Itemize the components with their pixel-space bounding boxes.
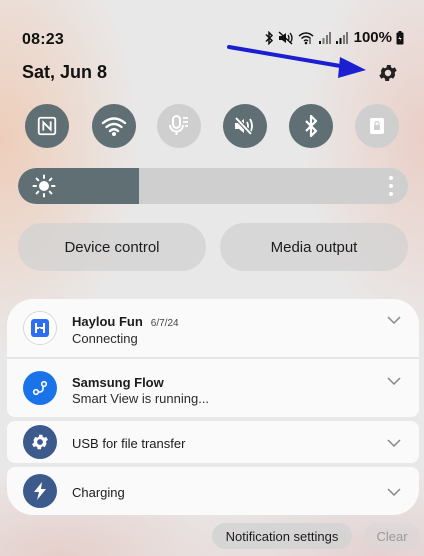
flow-icon — [32, 380, 48, 396]
quick-settings-row — [0, 104, 424, 148]
device-control-label: Device control — [64, 238, 160, 256]
more-options-icon[interactable] — [388, 176, 394, 196]
sound-toggle[interactable] — [223, 104, 267, 148]
notification-title: Haylou Fun 6/7/24 — [72, 314, 179, 329]
brightness-slider[interactable] — [18, 168, 408, 204]
notification-item[interactable]: Samsung Flow Smart View is running... — [7, 359, 419, 417]
charging-app-icon — [23, 474, 57, 508]
signal-icon — [335, 31, 348, 44]
wifi-icon — [101, 117, 127, 136]
notification-item[interactable]: Charging — [7, 467, 419, 515]
clear-button[interactable]: Clear — [364, 523, 420, 549]
nfc-toggle[interactable] — [25, 104, 69, 148]
notification-title: USB for file transfer — [72, 436, 186, 451]
bluetooth-icon — [265, 30, 273, 45]
notification-text: Connecting — [72, 331, 138, 346]
sun-icon — [32, 174, 56, 198]
bluetooth-toggle[interactable] — [289, 104, 333, 148]
notification-settings-button[interactable]: Notification settings — [212, 523, 352, 549]
notification-text: Smart View is running... — [72, 391, 210, 406]
voice-input-toggle[interactable] — [157, 104, 201, 148]
usb-gear-icon — [32, 434, 48, 450]
wifi-toggle[interactable] — [92, 104, 136, 148]
mute-icon — [234, 116, 253, 136]
chevron-down-icon[interactable] — [387, 316, 401, 324]
notification-item[interactable]: Haylou Fun 6/7/24 Connecting — [7, 299, 419, 357]
signal-icon — [318, 31, 331, 44]
battery-icon — [396, 30, 404, 44]
clear-label: Clear — [376, 528, 408, 544]
settings-button[interactable] — [376, 61, 400, 85]
status-bar: 08:23 100% — [0, 0, 424, 60]
media-output-button[interactable]: Media output — [220, 223, 408, 271]
mute-icon — [278, 30, 293, 45]
samsung-flow-app-icon — [23, 371, 57, 405]
lock-icon — [370, 118, 384, 134]
app-name: Haylou Fun — [72, 314, 143, 329]
mic-icon — [169, 115, 188, 135]
haylou-app-icon — [23, 311, 57, 345]
nfc-icon — [37, 116, 57, 136]
notification-settings-label: Notification settings — [225, 528, 339, 544]
secure-folder-toggle[interactable] — [355, 104, 399, 148]
chevron-down-icon[interactable] — [387, 488, 401, 496]
notification-item[interactable]: USB for file transfer — [7, 421, 419, 463]
device-control-button[interactable]: Device control — [18, 223, 206, 271]
notification-time: 6/7/24 — [150, 318, 179, 329]
notification-title: Charging — [72, 485, 125, 500]
battery-percent: 100% — [353, 29, 392, 46]
wifi-icon — [298, 31, 314, 44]
lightning-icon — [34, 482, 46, 500]
chevron-down-icon[interactable] — [387, 377, 401, 385]
status-icons: 100% — [264, 29, 404, 46]
usb-app-icon — [23, 425, 57, 459]
gear-icon — [379, 65, 397, 81]
notification-title: Samsung Flow — [72, 375, 164, 390]
chevron-down-icon[interactable] — [387, 439, 401, 447]
bluetooth-icon — [305, 114, 318, 138]
status-time: 08:23 — [22, 31, 64, 48]
date-label: Sat, Jun 8 — [22, 62, 108, 82]
haylou-icon — [31, 319, 49, 337]
media-output-label: Media output — [270, 238, 358, 256]
